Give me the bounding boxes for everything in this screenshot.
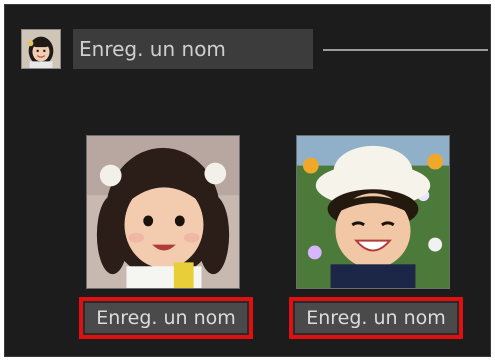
person-name-field[interactable]: Enreg. un nom xyxy=(73,29,313,69)
face-thumbnail[interactable] xyxy=(86,135,240,289)
person-photo-icon xyxy=(22,30,60,68)
header-divider xyxy=(323,49,488,51)
face-name-field[interactable]: Enreg. un nom xyxy=(295,303,457,333)
face-thumbnail-icon xyxy=(87,136,239,288)
people-panel: Enreg. un nom Enreg. un nom Enreg. un no… xyxy=(4,4,491,357)
face-name-field[interactable]: Enreg. un nom xyxy=(85,303,247,333)
face-thumbnail-icon xyxy=(297,136,449,288)
person-avatar[interactable] xyxy=(21,29,61,69)
name-highlight-box: Enreg. un nom xyxy=(289,297,463,339)
face-thumbnail[interactable] xyxy=(296,135,450,289)
name-highlight-box: Enreg. un nom xyxy=(79,297,253,339)
